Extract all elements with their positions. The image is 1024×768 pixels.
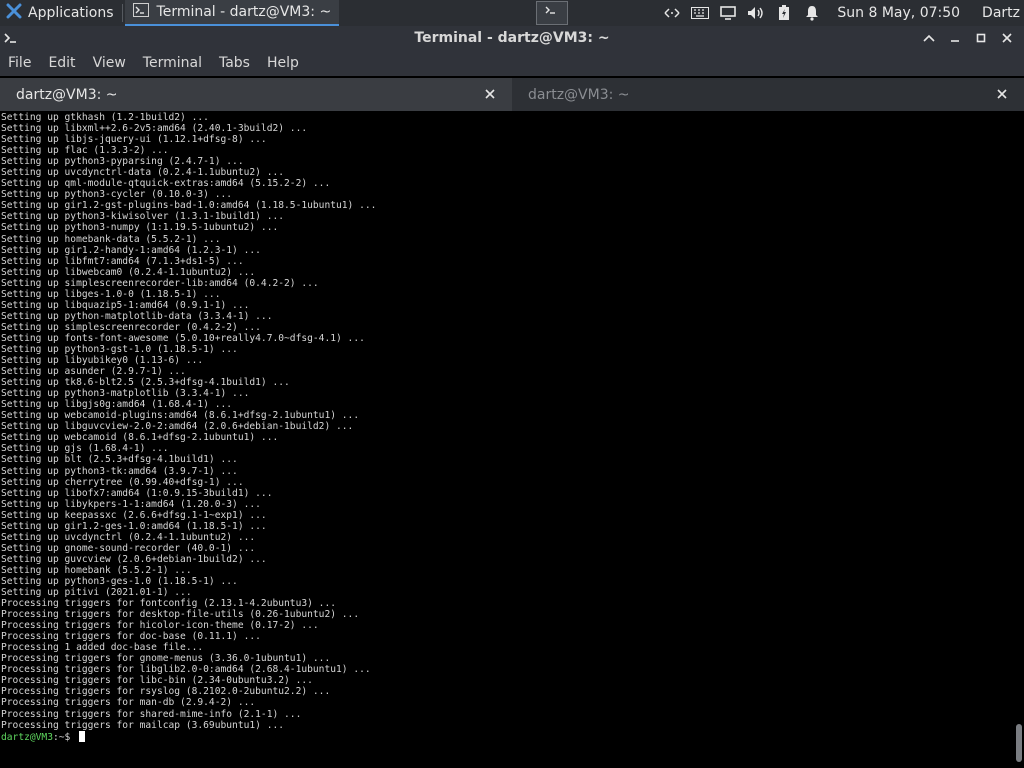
menu-bar: File Edit View Terminal Tabs Help [0, 50, 1024, 76]
tab-2[interactable]: dartz@VM3: ~ [512, 78, 1024, 111]
network-icon[interactable] [663, 4, 681, 22]
taskbar-terminal-button[interactable]: Terminal - dartz@VM3: ~ [124, 0, 340, 26]
clock[interactable]: Sun 8 May, 07:50 [837, 5, 960, 21]
shell-prompt[interactable]: dartz@VM3:~$ [1, 730, 1014, 743]
scrollbar[interactable] [1014, 111, 1024, 768]
terminal-text: Setting up gtkhash (1.2-1build2) ... Set… [1, 112, 377, 731]
notification-bell-icon[interactable] [803, 4, 821, 22]
terminal-icon [132, 2, 149, 22]
terminal-launcher-button[interactable] [536, 1, 568, 25]
close-button[interactable] [998, 29, 1016, 47]
taskbar-terminal-label: Terminal - dartz@VM3: ~ [156, 4, 332, 20]
top-panel: Applications Terminal - dartz@VM3: ~ Sun… [0, 0, 1024, 26]
close-icon[interactable] [994, 86, 1010, 102]
menu-terminal[interactable]: Terminal [143, 55, 209, 71]
maximize-button[interactable] [972, 29, 990, 47]
menu-help[interactable]: Help [267, 55, 306, 71]
terminal-icon [543, 4, 561, 22]
window-controls [920, 26, 1016, 50]
text-cursor [79, 730, 86, 742]
minimize-button[interactable] [946, 29, 964, 47]
tab-label: dartz@VM3: ~ [16, 86, 118, 103]
prompt-user: dartz@VM3 [1, 731, 53, 743]
window-titlebar[interactable]: Terminal - dartz@VM3: ~ [0, 26, 1024, 50]
menu-view[interactable]: View [93, 55, 133, 71]
prompt-path: :~$ [52, 731, 77, 743]
applications-menu[interactable]: Applications [0, 0, 120, 26]
scrollbar-thumb[interactable] [1016, 724, 1022, 762]
xfce-logo-icon [6, 3, 22, 23]
menu-edit[interactable]: Edit [48, 55, 82, 71]
user-menu[interactable]: Dartz [982, 5, 1020, 21]
terminal-output[interactable]: Setting up gtkhash (1.2-1build2) ... Set… [0, 111, 1014, 768]
menu-file[interactable]: File [8, 55, 38, 71]
display-icon[interactable] [719, 4, 737, 22]
battery-icon[interactable] [775, 4, 793, 22]
tab-1[interactable]: dartz@VM3: ~ [0, 78, 512, 111]
window-title: Terminal - dartz@VM3: ~ [414, 30, 610, 46]
tab-label: dartz@VM3: ~ [528, 86, 630, 103]
system-tray: Sun 8 May, 07:50 Dartz [663, 0, 1024, 26]
applications-label: Applications [28, 5, 114, 21]
menu-tabs[interactable]: Tabs [219, 55, 257, 71]
panel-separator [121, 4, 123, 22]
close-icon[interactable] [482, 86, 498, 102]
keyboard-icon[interactable] [691, 4, 710, 22]
collapse-button[interactable] [920, 29, 938, 47]
tab-bar: dartz@VM3: ~ dartz@VM3: ~ [0, 78, 1024, 111]
volume-icon[interactable] [747, 4, 765, 22]
